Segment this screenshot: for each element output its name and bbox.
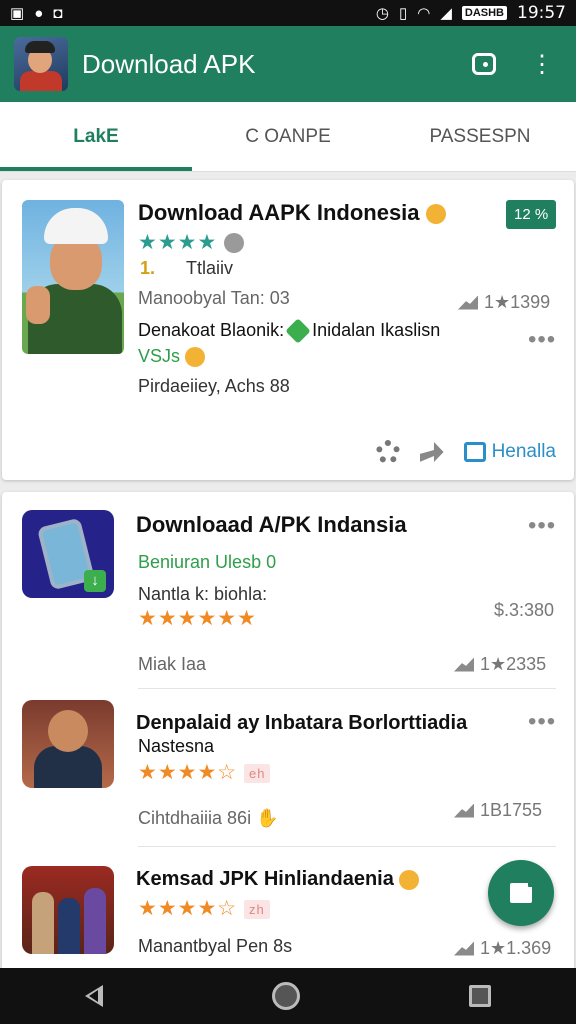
trend-icon [454, 941, 474, 956]
wifi-icon: ◠ [417, 4, 431, 22]
description-part-1: Denakoat Blaonik: [138, 320, 285, 340]
gallery-icon: ▣ [10, 4, 25, 22]
back-icon[interactable] [84, 985, 103, 1007]
chat-button[interactable] [464, 44, 504, 84]
download-count: 1★1.369 [480, 938, 552, 958]
download-count: 1★1399 [484, 292, 551, 312]
download-count: 1B1755 [480, 800, 543, 820]
clock: 19:57 [517, 3, 566, 23]
list-item-meta: Miak Iaa [138, 654, 207, 674]
signal-icon: ◢ [440, 4, 452, 22]
notification-icon: ◘ [53, 4, 63, 22]
tab-2[interactable]: C OANPE [192, 102, 384, 171]
verified-icon [285, 318, 311, 344]
more-options-icon[interactable]: ••• [528, 326, 556, 354]
settings-icon[interactable] [375, 440, 400, 464]
app-thumbnail[interactable] [22, 866, 114, 954]
vibrate-icon: ▯ [398, 4, 408, 22]
tag: eh [243, 763, 271, 783]
more-options-icon[interactable]: ••• [528, 512, 556, 540]
discount-badge: 12 % [506, 200, 557, 229]
list-item-title[interactable]: Downloaad A/PK Indansia [136, 512, 407, 538]
description-part-2: Inidalan Ikaslisn [312, 320, 441, 340]
smile-emoji-icon [399, 869, 420, 890]
more-options-icon[interactable]: ••• [528, 708, 556, 736]
navigation-bar [0, 968, 576, 1024]
battery-indicator: DASHB [461, 6, 507, 20]
chat-icon [472, 53, 496, 75]
list-item-description: Nantla k: biohla: [138, 584, 268, 604]
list-item-meta: Cihtdhaiiia 86i [138, 808, 252, 828]
featured-app-card[interactable]: Download AAPK Indonesia 12 % ★★★★ 1. Ttl… [2, 180, 574, 480]
list-item-title-2: Nastesna [138, 736, 215, 756]
alarm-icon: ◷ [375, 4, 389, 22]
rating-label: Ttlaiiv [186, 258, 234, 278]
install-button[interactable]: Henalla [463, 441, 556, 463]
tab-bar: LakE C OANPE PASSESPN [0, 102, 576, 172]
share-icon[interactable] [419, 442, 444, 462]
install-label: Henalla [491, 441, 556, 462]
recent-apps-icon[interactable] [469, 985, 492, 1007]
featured-app-meta: Manoobyal Tan: 03 [138, 288, 290, 308]
smile-emoji-icon [425, 204, 446, 225]
install-icon [463, 442, 486, 462]
more-options-button[interactable]: ⋮ [522, 44, 562, 84]
more-vert-icon: ⋮ [530, 50, 554, 78]
list-item-title[interactable]: Denpalaid ay Inbatara Borlorttiadia [136, 712, 467, 735]
status-bar: ▣ ● ◘ ◷ ▯ ◠ ◢ DASHB 19:57 [0, 0, 576, 26]
app-title: Download APK [82, 48, 256, 79]
list-item-subtitle: Beniuran Ulesb 0 [138, 552, 277, 572]
floating-action-button[interactable] [488, 860, 554, 926]
tag: zh [243, 899, 270, 919]
price: $.3:380 [494, 600, 555, 620]
record-icon: ● [34, 4, 44, 22]
app-thumbnail[interactable] [22, 700, 114, 788]
info-icon [224, 233, 245, 254]
surprised-emoji-icon [185, 347, 206, 368]
featured-app-thumbnail[interactable] [22, 200, 124, 354]
trend-icon [458, 295, 478, 310]
divider [138, 688, 556, 689]
compose-icon [510, 879, 536, 903]
app-logo [14, 37, 68, 91]
description-line-2: VSJs [138, 346, 181, 366]
rating-number: 1. [140, 258, 156, 278]
list-item-meta: Manantbyal Pen 8s [138, 936, 293, 956]
trend-icon [454, 657, 474, 672]
trend-icon [454, 803, 474, 818]
featured-app-title: Download AAPK Indonesia [138, 200, 420, 225]
list-item-title[interactable]: Kemsad JPK Hinliandaenia [136, 868, 394, 890]
app-thumbnail[interactable]: ↓ [22, 510, 114, 598]
thumb-icon: ✋ [256, 808, 279, 828]
rating-stars: ★★★★★★ [138, 607, 257, 630]
home-icon[interactable] [271, 982, 300, 1010]
rating-stars: ★★★★☆ [138, 761, 238, 784]
tab-3[interactable]: PASSESPN [384, 102, 576, 171]
rating-stars: ★★★★☆ [138, 897, 238, 920]
divider [138, 846, 556, 847]
download-count: 1★2335 [480, 654, 547, 674]
tab-1[interactable]: LakE [0, 102, 192, 171]
app-bar: Download APK ⋮ [0, 26, 576, 102]
rating-stars: ★★★★ [138, 231, 218, 254]
description-line-3: Pirdaeiiey, Achs 88 [138, 376, 290, 396]
